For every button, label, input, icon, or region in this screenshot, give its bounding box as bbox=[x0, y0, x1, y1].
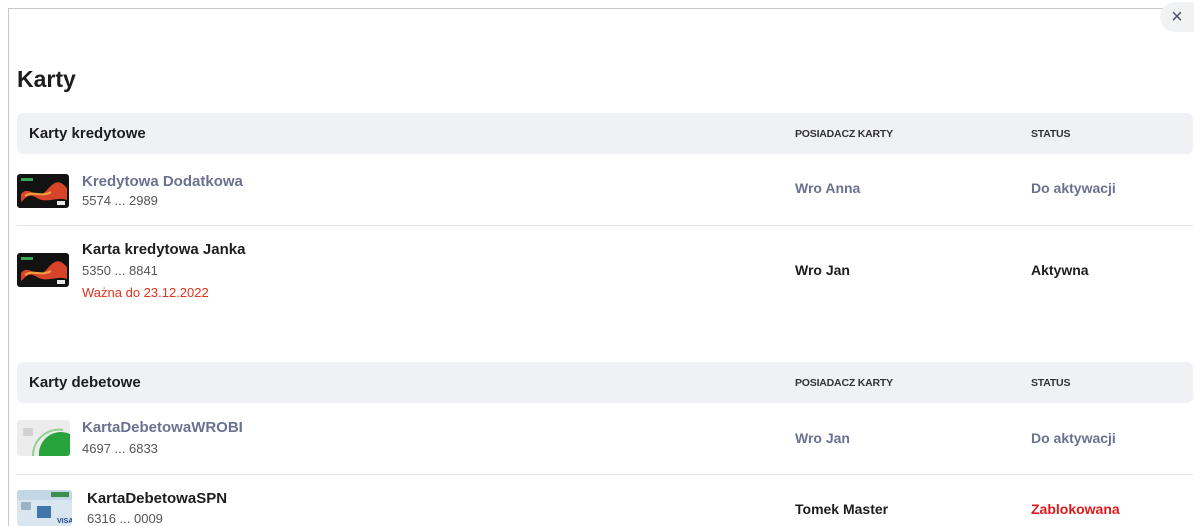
card-holder: Wro Jan bbox=[795, 430, 850, 446]
page-title: Karty bbox=[17, 66, 76, 92]
section-title: Karty kredytowe bbox=[29, 125, 146, 142]
svg-text:VISA: VISA bbox=[57, 518, 72, 525]
card-name[interactable]: KartaDebetowaSPN bbox=[87, 490, 227, 507]
debit-cards-header: Karty debetowe POSIADACZ KARTY STATUS bbox=[17, 362, 1193, 403]
card-name[interactable]: Kredytowa Dodatkowa bbox=[82, 173, 243, 190]
card-status: Do aktywacji bbox=[1031, 430, 1116, 446]
debit-card-green-image bbox=[17, 420, 70, 456]
card-holder: Tomek Master bbox=[795, 501, 889, 517]
card-name[interactable]: KartaDebetowaWROBI bbox=[82, 419, 243, 436]
card-name[interactable]: Karta kredytowa Janka bbox=[82, 241, 245, 258]
debit-card-visa-image: VISA bbox=[17, 490, 72, 526]
card-row[interactable]: Karta kredytowa Janka 5350 ... 8841 Ważn… bbox=[17, 226, 1193, 336]
section-title: Karty debetowe bbox=[29, 374, 141, 391]
card-number: 5574 ... 2989 bbox=[82, 193, 158, 208]
column-status: STATUS bbox=[1031, 377, 1071, 389]
column-holder: POSIADACZ KARTY bbox=[795, 377, 893, 389]
card-valid-until: Ważna do 23.12.2022 bbox=[82, 285, 209, 300]
card-row[interactable]: VISA KartaDebetowaSPN 6316 ... 0009 Tome… bbox=[17, 475, 1193, 526]
close-icon[interactable]: × bbox=[1160, 2, 1194, 32]
card-holder: Wro Jan bbox=[795, 262, 850, 278]
card-number: 4697 ... 6833 bbox=[82, 441, 158, 456]
credit-cards-header: Karty kredytowe POSIADACZ KARTY STATUS bbox=[17, 113, 1193, 154]
credit-card-image bbox=[17, 253, 69, 287]
card-holder: Wro Anna bbox=[795, 180, 861, 196]
card-status: Aktywna bbox=[1031, 262, 1089, 278]
card-row[interactable]: KartaDebetowaWROBI 4697 ... 6833 Wro Jan… bbox=[17, 403, 1193, 475]
column-holder: POSIADACZ KARTY bbox=[795, 128, 893, 140]
card-number: 5350 ... 8841 bbox=[82, 263, 158, 278]
card-status: Do aktywacji bbox=[1031, 180, 1116, 196]
card-row[interactable]: Kredytowa Dodatkowa 5574 ... 2989 Wro An… bbox=[17, 154, 1193, 226]
card-status: Zablokowana bbox=[1031, 501, 1120, 517]
card-number: 6316 ... 0009 bbox=[87, 511, 163, 526]
column-status: STATUS bbox=[1031, 128, 1071, 140]
credit-card-image bbox=[17, 174, 69, 208]
